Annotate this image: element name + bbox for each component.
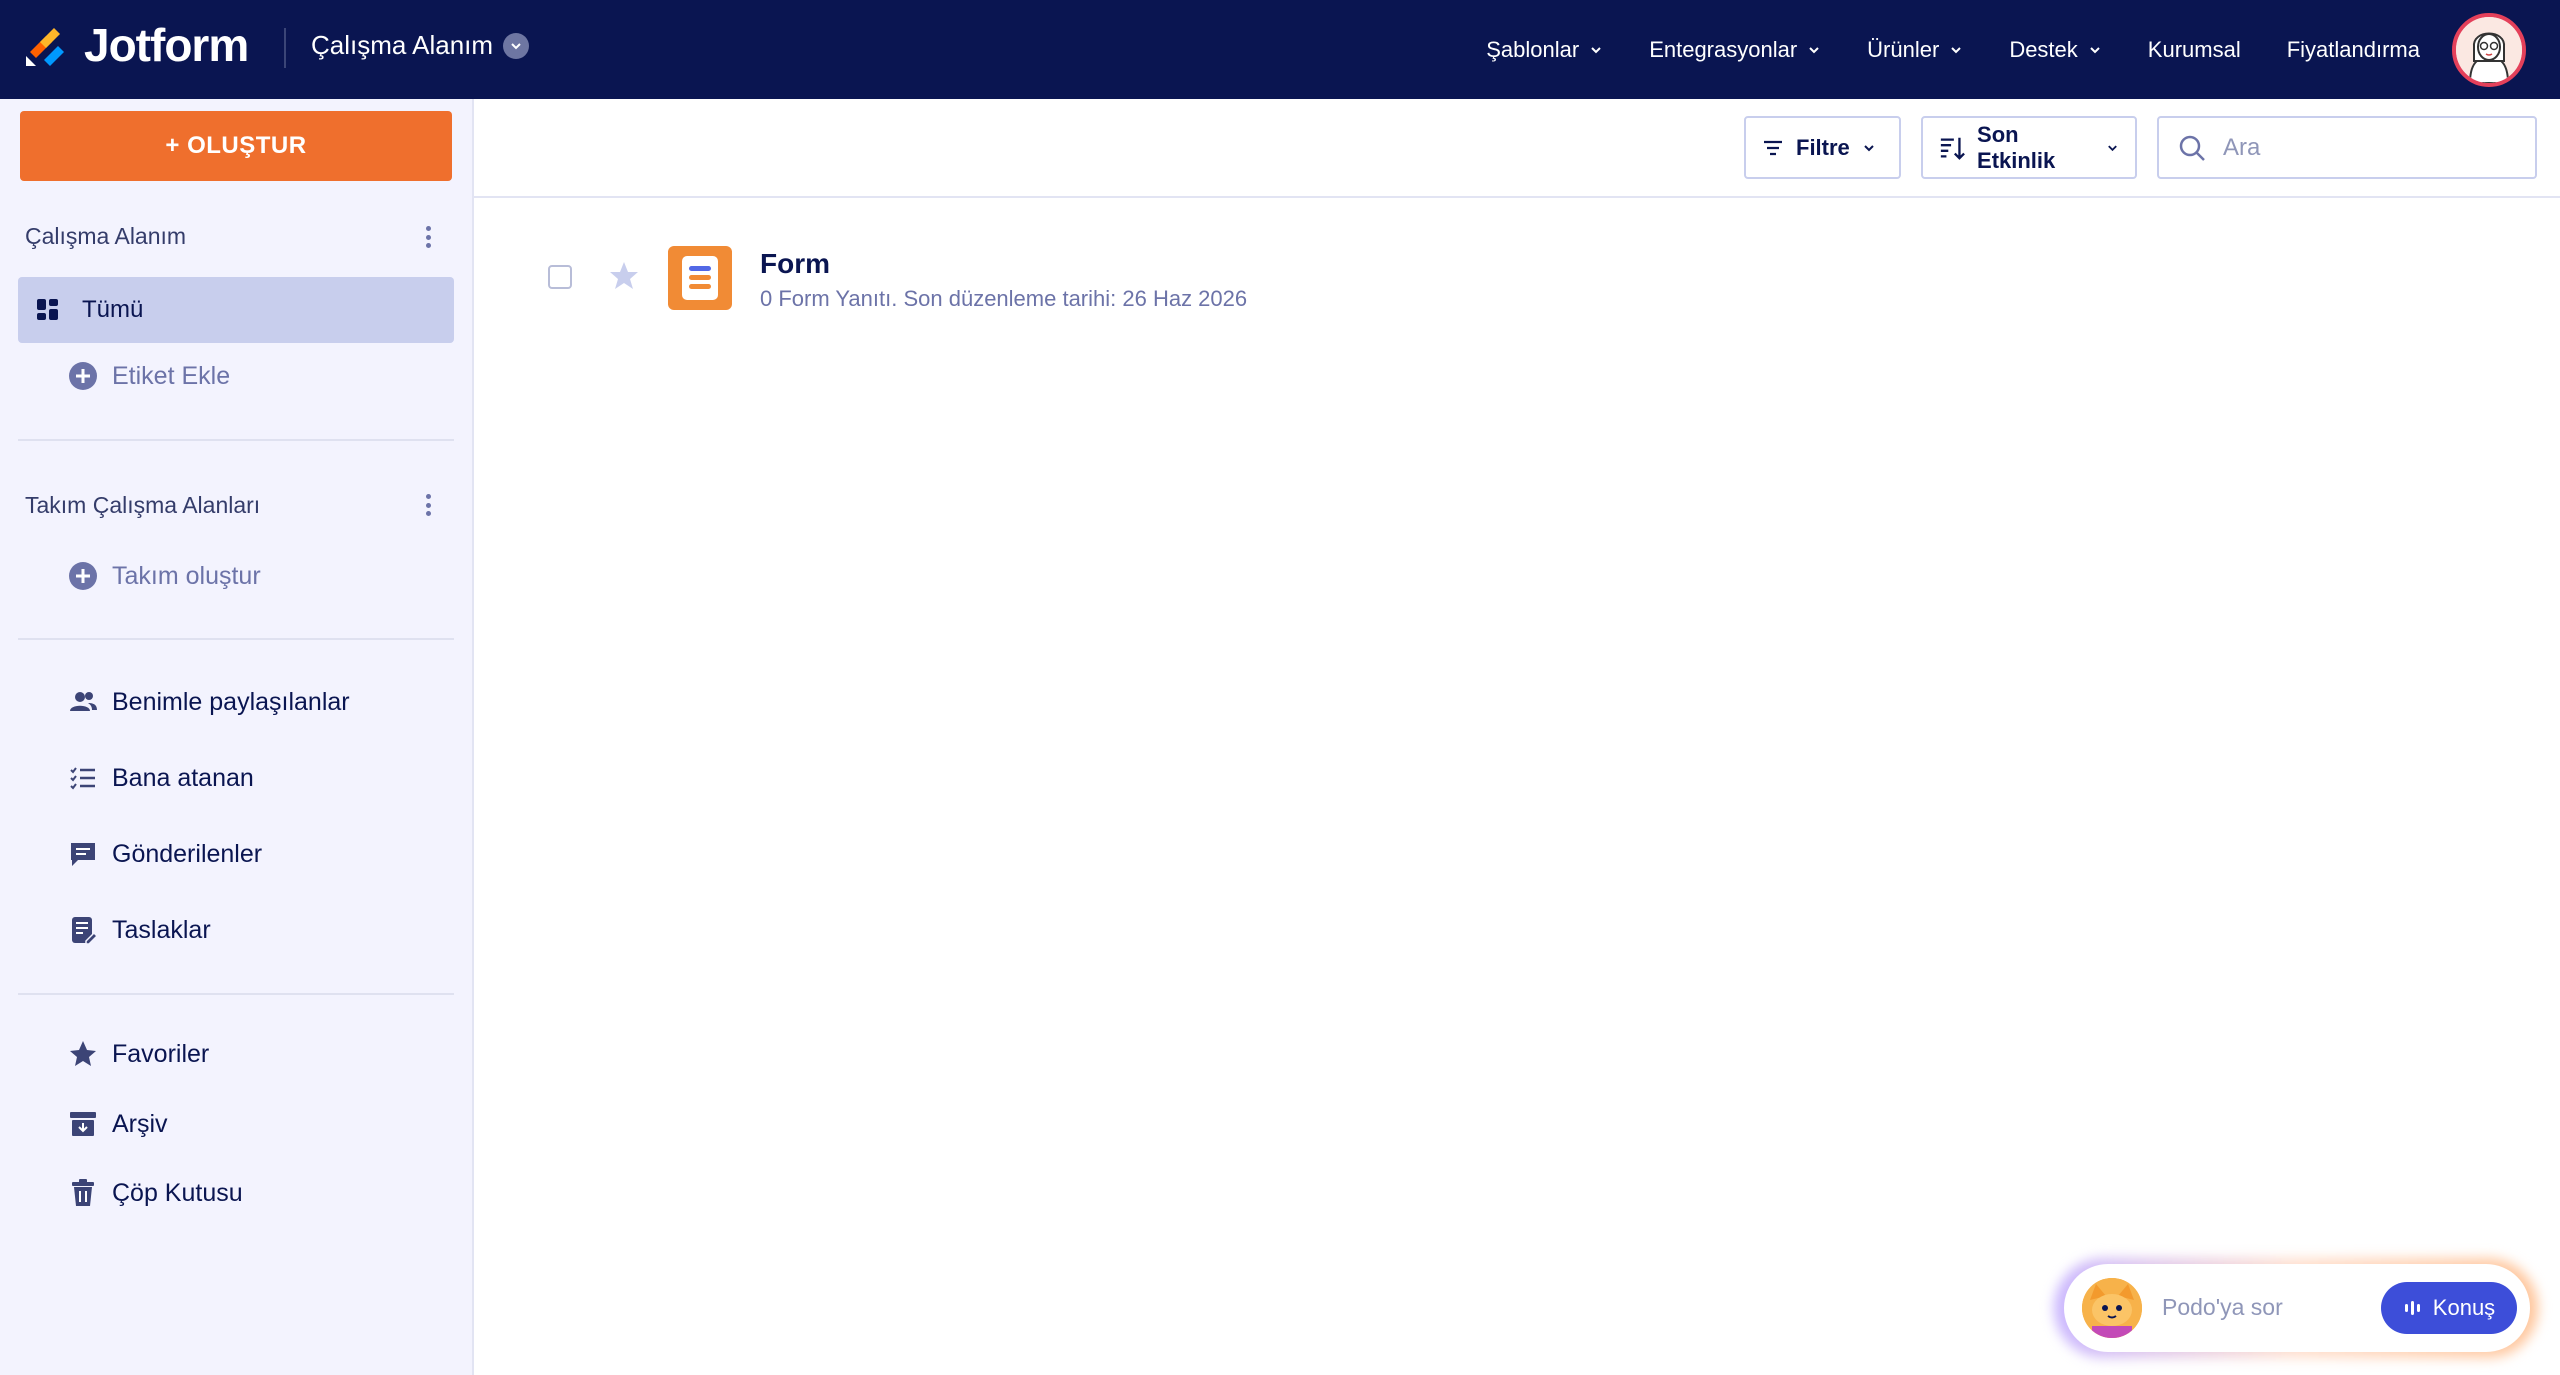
talk-button[interactable]: Konuş: [2381, 1282, 2517, 1334]
workspace-title: Çalışma Alanım: [311, 30, 494, 60]
checklist-icon: [68, 763, 98, 793]
plus-circle-icon: [68, 561, 98, 591]
jotform-logo-icon[interactable]: [24, 22, 68, 68]
nav-pricing[interactable]: Fiyatlandırma: [2287, 37, 2420, 63]
sidebar-item-archive[interactable]: Arşiv: [68, 1109, 168, 1139]
sidebar-item-favorites[interactable]: Favoriler: [68, 1039, 209, 1069]
form-meta: 0 Form Yanıtı. Son düzenleme tarihi: 26 …: [760, 286, 1248, 311]
add-tag-button[interactable]: Etiket Ekle: [68, 361, 230, 391]
user-avatar-icon: [2456, 17, 2522, 83]
chevron-down-icon: [503, 32, 530, 59]
my-workspace-title: Çalışma Alanım: [25, 223, 187, 249]
chevron-down-icon: [1591, 46, 1601, 53]
sidebar: + OLUŞTUR Çalışma Alanım Tümü Etiket Ekl…: [0, 99, 474, 1375]
sidebar-item-sent-label: Gönderilenler: [112, 839, 263, 868]
nav-templates-label: Şablonlar: [1486, 36, 1580, 62]
sidebar-divider: [18, 993, 454, 995]
archive-icon: [68, 1109, 98, 1139]
sidebar-item-drafts[interactable]: Taslaklar: [68, 915, 211, 945]
form-select-checkbox[interactable]: [548, 265, 572, 289]
sidebar-item-shared-with-me-label: Benimle paylaşılanlar: [112, 687, 350, 716]
create-button[interactable]: + OLUŞTUR: [20, 111, 452, 181]
team-workspaces-title: Takım Çalışma Alanları: [25, 492, 261, 518]
nav-templates[interactable]: Şablonlar: [1486, 37, 1603, 63]
talk-label: Konuş: [2432, 1295, 2496, 1320]
top-navigation-bar: Jotform Çalışma Alanım Şablonlar Entegra…: [0, 0, 2560, 99]
sort-icon: [1940, 137, 1965, 160]
sidebar-item-favorites-label: Favoriler: [112, 1039, 210, 1068]
nav-enterprise[interactable]: Kurumsal: [2148, 37, 2241, 63]
content-toolbar: Filtre Son Etkinlik: [474, 99, 2560, 198]
chevron-down-icon: [1809, 46, 1819, 53]
nav-products[interactable]: Ürünler: [1867, 37, 1963, 63]
podo-avatar-icon: [2082, 1278, 2142, 1338]
form-icon[interactable]: [668, 246, 732, 310]
sidebar-divider: [18, 638, 454, 640]
add-tag-label: Etiket Ekle: [112, 361, 231, 390]
star-icon: [68, 1039, 98, 1069]
voice-bars-icon: [2404, 1301, 2420, 1315]
nav-products-label: Ürünler: [1867, 36, 1940, 62]
form-document-icon: [682, 256, 718, 300]
search-box[interactable]: [2157, 116, 2537, 179]
sidebar-item-assigned-to-me-label: Bana atanan: [112, 763, 254, 792]
team-workspaces-more-icon[interactable]: [418, 491, 438, 519]
sort-label: Son Etkinlik: [1977, 121, 2056, 173]
workspace-switcher[interactable]: Çalışma Alanım: [311, 30, 530, 61]
header-divider: [284, 28, 286, 68]
nav-support[interactable]: Destek: [2009, 37, 2101, 63]
main-nav: Şablonlar Entegrasyonlar Ürünler Destek …: [1486, 0, 2420, 99]
sidebar-divider: [18, 439, 454, 441]
sidebar-item-all-label: Tümü: [82, 296, 144, 323]
my-workspace-more-icon[interactable]: [418, 223, 438, 251]
grid-icon: [37, 299, 58, 320]
search-icon: [2179, 135, 2205, 161]
search-input[interactable]: [2223, 133, 2523, 162]
sidebar-item-shared-with-me[interactable]: Benimle paylaşılanlar: [68, 687, 350, 717]
sidebar-item-trash[interactable]: Çöp Kutusu: [68, 1178, 243, 1208]
create-team-button[interactable]: Takım oluştur: [68, 561, 261, 591]
sidebar-item-drafts-label: Taslaklar: [112, 915, 211, 944]
draft-document-icon: [68, 915, 98, 945]
sidebar-item-trash-label: Çöp Kutusu: [112, 1178, 243, 1207]
podo-ask-placeholder[interactable]: Podo'ya sor: [2162, 1294, 2283, 1321]
nav-integrations-label: Entegrasyonlar: [1649, 36, 1798, 62]
form-title[interactable]: Form: [760, 248, 830, 280]
nav-enterprise-label: Kurumsal: [2147, 36, 2241, 62]
podo-assistant-widget[interactable]: Podo'ya sor Konuş: [2064, 1264, 2530, 1352]
trash-icon: [68, 1178, 98, 1208]
sidebar-item-all[interactable]: Tümü: [18, 277, 454, 343]
users-icon: [68, 687, 98, 717]
sidebar-item-sent[interactable]: Gönderilenler: [68, 839, 262, 869]
filter-label: Filtre: [1796, 134, 1850, 160]
chevron-down-icon: [2090, 46, 2100, 53]
chevron-down-icon: [2108, 144, 2117, 151]
sidebar-item-assigned-to-me[interactable]: Bana atanan: [68, 763, 254, 793]
message-icon: [68, 839, 98, 869]
chevron-down-icon: [1951, 46, 1962, 53]
create-team-label: Takım oluştur: [112, 561, 261, 590]
filter-button[interactable]: Filtre: [1744, 116, 1901, 179]
user-avatar[interactable]: [2452, 13, 2526, 87]
star-icon[interactable]: [608, 260, 640, 292]
filter-icon: [1764, 140, 1782, 155]
sidebar-item-archive-label: Arşiv: [112, 1109, 168, 1138]
plus-circle-icon: [68, 361, 98, 391]
nav-pricing-label: Fiyatlandırma: [2286, 36, 2420, 62]
nav-support-label: Destek: [2009, 36, 2078, 62]
brand-name[interactable]: Jotform: [84, 18, 249, 72]
list-item[interactable]: Form 0 Form Yanıtı. Son düzenleme tarihi…: [474, 230, 1374, 320]
nav-integrations[interactable]: Entegrasyonlar: [1649, 37, 1821, 63]
sort-button[interactable]: Son Etkinlik: [1921, 116, 2137, 179]
chevron-down-icon: [1864, 144, 1874, 151]
